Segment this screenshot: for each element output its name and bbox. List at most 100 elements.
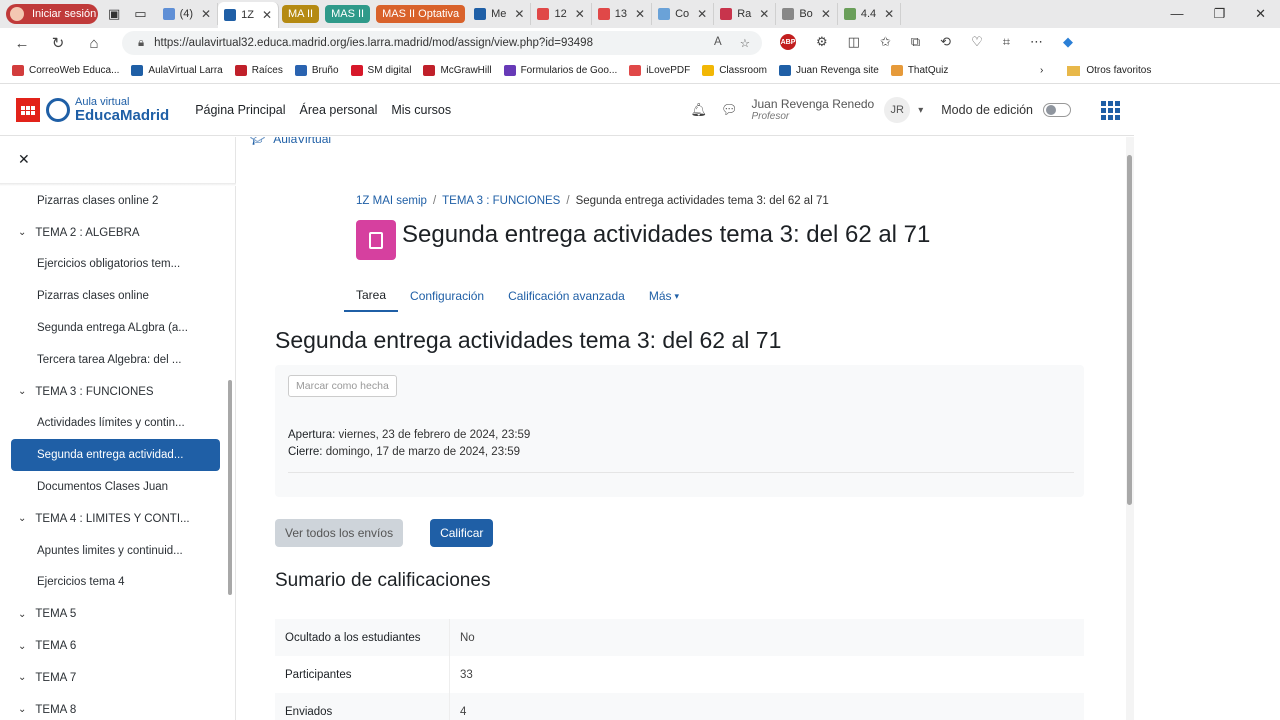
more-icon[interactable]: ⋯ xyxy=(1030,34,1043,50)
extension-icon[interactable]: ⚙ xyxy=(816,34,828,50)
bookmark-item[interactable]: SM digital xyxy=(350,65,411,76)
browser-tab[interactable]: 13 ✕ xyxy=(592,3,653,25)
edit-mode-toggle[interactable] xyxy=(1043,103,1071,117)
chevron-down-icon[interactable]: ⌄ xyxy=(18,609,26,620)
educamadrid-logo[interactable]: Aula virtual EducaMadrid xyxy=(16,97,169,123)
nav-personal-area[interactable]: Área personal xyxy=(300,103,378,117)
restore-icon[interactable]: ❐ xyxy=(1213,6,1225,22)
refresh-icon[interactable]: ↻ xyxy=(44,34,72,52)
nav-home[interactable]: Página Principal xyxy=(195,103,285,117)
avatar[interactable]: JR xyxy=(884,97,911,123)
adblock-icon[interactable]: ABP xyxy=(780,34,796,50)
tab-configuracion[interactable]: Configuración xyxy=(398,280,496,312)
close-tab-icon[interactable]: ✕ xyxy=(201,7,211,21)
browser-tab[interactable]: Co ✕ xyxy=(652,3,715,25)
close-tab-icon[interactable]: ✕ xyxy=(514,7,524,21)
bookmark-item[interactable]: ThatQuiz xyxy=(890,65,948,76)
chevron-down-icon[interactable]: ⌄ xyxy=(18,704,26,715)
page-scrollbar[interactable] xyxy=(1126,137,1134,720)
home-icon[interactable]: ⌂ xyxy=(80,35,108,52)
bookmark-item[interactable]: CorreoWeb Educa... xyxy=(12,65,119,76)
course-activity[interactable]: Apuntes limites y continuid... xyxy=(0,535,226,567)
workspaces-icon[interactable]: ▣ xyxy=(108,6,120,22)
browser-tab[interactable]: Bo ✕ xyxy=(776,3,838,25)
tab-tarea[interactable]: Tarea xyxy=(344,280,399,312)
url-field[interactable]: 🔒︎ https://aulavirtual32.educa.madrid.or… xyxy=(122,31,762,55)
chevron-down-icon[interactable]: ⌄ xyxy=(18,227,26,238)
minimize-icon[interactable]: — xyxy=(1170,6,1183,22)
course-activity-current[interactable]: Segunda entrega actividad... xyxy=(11,439,220,472)
chevron-down-icon[interactable]: ⌄ xyxy=(18,513,26,524)
close-tab-icon[interactable]: ✕ xyxy=(759,7,769,21)
chevron-right-icon[interactable]: › xyxy=(1040,65,1043,76)
close-tab-icon[interactable]: ✕ xyxy=(262,8,272,22)
course-section[interactable]: ⌄ TEMA 2 : ALGEBRA xyxy=(0,217,226,249)
course-section[interactable]: ⌄ TEMA 7 xyxy=(0,662,226,694)
close-tab-icon[interactable]: ✕ xyxy=(575,7,585,21)
other-favorites[interactable]: › Otros favoritos xyxy=(1040,65,1151,76)
course-activity[interactable]: Actividades límites y contin... xyxy=(0,408,226,440)
course-activity[interactable]: Pizarras clases online xyxy=(0,280,226,312)
chat-icon[interactable]: 💬︎ xyxy=(721,102,738,118)
chevron-down-icon[interactable]: ⌄ xyxy=(18,641,26,652)
course-activity[interactable]: Ejercicios obligatorios tem... xyxy=(0,249,226,281)
tab-calificacion-avanzada[interactable]: Calificación avanzada xyxy=(496,280,637,312)
browser-tab[interactable]: 1Z ✕ xyxy=(218,2,280,28)
course-section[interactable]: ⌄ TEMA 8 xyxy=(0,694,226,720)
course-activity[interactable]: Pizarras clases online 2 xyxy=(0,185,226,217)
course-section[interactable]: ⌄ TEMA 6 xyxy=(0,630,226,662)
browser-tab[interactable]: (4) ✕ xyxy=(157,3,219,25)
read-aloud-icon[interactable]: A xyxy=(714,36,722,50)
browser-tab[interactable]: 12 ✕ xyxy=(531,3,592,25)
course-activity[interactable]: Ejercicios tema 4 xyxy=(0,567,226,599)
view-all-submissions-button[interactable]: Ver todos los envíos xyxy=(275,519,404,547)
tab-actions-icon[interactable]: ▭ xyxy=(134,6,146,22)
bell-icon[interactable]: 🔔︎ xyxy=(690,102,707,118)
aulavirtual-link[interactable]: 🎓︎ AulaVirtual xyxy=(250,137,331,146)
course-activity[interactable]: Tercera tarea Algebra: del ... xyxy=(0,344,226,376)
back-icon[interactable]: ← xyxy=(8,35,36,52)
bookmark-item[interactable]: Bruño xyxy=(294,65,339,76)
chevron-down-icon[interactable]: ▾ xyxy=(918,105,923,116)
browser-tab[interactable]: 4.4 ✕ xyxy=(838,3,902,25)
split-screen-icon[interactable]: ◫ xyxy=(848,34,860,50)
user-info[interactable]: Juan Revenga Renedo Profesor xyxy=(751,97,874,122)
close-drawer-icon[interactable]: ✕ xyxy=(18,151,30,168)
course-section[interactable]: ⌄ TEMA 4 : LIMITES Y CONTI... xyxy=(0,503,226,535)
collections-icon[interactable]: ⧉ xyxy=(911,34,920,50)
mark-done-button[interactable]: Marcar como hecha xyxy=(288,375,397,397)
close-tab-icon[interactable]: ✕ xyxy=(884,7,894,21)
chevron-down-icon[interactable]: ⌄ xyxy=(18,386,26,397)
bookmark-item[interactable]: McGrawHill xyxy=(423,65,492,76)
signin-button[interactable]: Iniciar sesión xyxy=(6,4,98,24)
tab-group[interactable]: MA II xyxy=(282,5,320,23)
browser-tab[interactable]: Me ✕ xyxy=(468,3,532,25)
bookmark-item[interactable]: Formularios de Goo... xyxy=(503,65,617,76)
tab-group[interactable]: MAS II xyxy=(325,5,371,23)
course-section[interactable]: ⌄ TEMA 5 xyxy=(0,598,226,630)
bookmark-item[interactable]: Juan Revenga site xyxy=(778,65,879,76)
bookmark-item[interactable]: iLovePDF xyxy=(629,65,690,76)
course-activity[interactable]: Segunda entrega ALgbra (a... xyxy=(0,312,226,344)
browser-essentials-icon[interactable]: ♡ xyxy=(971,34,983,50)
close-tab-icon[interactable]: ✕ xyxy=(821,7,831,21)
close-tab-icon[interactable]: ✕ xyxy=(635,7,645,21)
history-icon[interactable]: ⟲ xyxy=(940,34,951,50)
favorite-star-icon[interactable]: ☆ xyxy=(740,36,750,50)
drawer-scrollbar[interactable] xyxy=(226,185,234,720)
tab-group[interactable]: MAS II Optativa xyxy=(376,5,466,23)
favorites-icon[interactable]: ✩ xyxy=(880,34,891,50)
course-section[interactable]: ⌄ TEMA 3 : FUNCIONES xyxy=(0,376,226,408)
close-icon[interactable]: ✕ xyxy=(1255,6,1266,22)
copilot-icon[interactable]: ◆ xyxy=(1063,34,1073,50)
nav-my-courses[interactable]: Mis cursos xyxy=(391,103,451,117)
chevron-down-icon[interactable]: ⌄ xyxy=(18,672,26,683)
screenshot-icon[interactable]: ⌗ xyxy=(1003,34,1010,50)
browser-tab[interactable]: Ra ✕ xyxy=(714,3,777,25)
breadcrumb-section[interactable]: TEMA 3 : FUNCIONES xyxy=(442,195,560,207)
bookmark-item[interactable]: Classroom xyxy=(702,65,767,76)
breadcrumb-course[interactable]: 1Z MAI semip xyxy=(356,195,427,207)
grade-button[interactable]: Calificar xyxy=(430,519,494,547)
bookmark-item[interactable]: Raíces xyxy=(234,65,283,76)
close-tab-icon[interactable]: ✕ xyxy=(697,7,707,21)
